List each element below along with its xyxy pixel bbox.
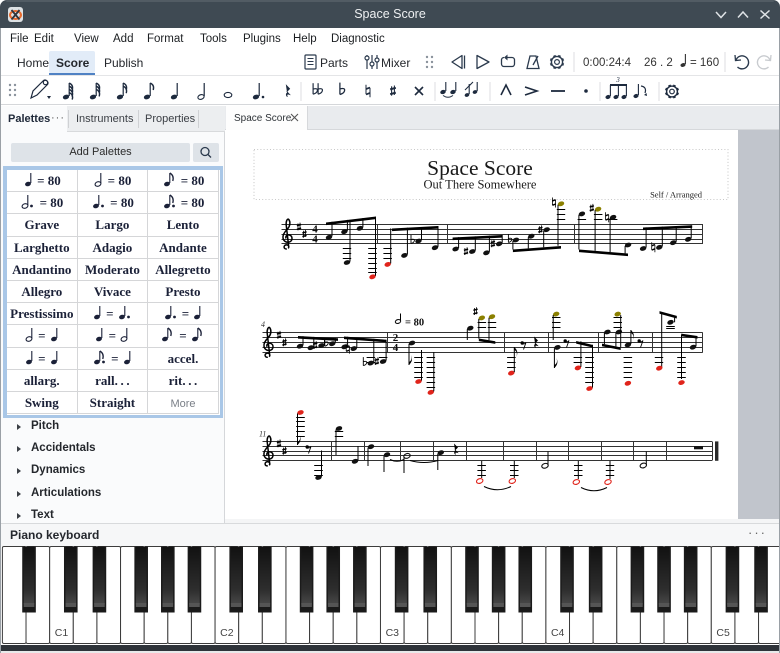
- svg-text:4: 4: [393, 342, 399, 354]
- svg-text:3: 3: [615, 76, 620, 84]
- svg-text:C4: C4: [551, 627, 565, 639]
- svg-text:11: 11: [259, 429, 266, 438]
- svg-text:Out There Somewhere: Out There Somewhere: [424, 178, 537, 192]
- svg-text:Self / Arranged: Self / Arranged: [650, 190, 703, 200]
- svg-text:C1: C1: [55, 627, 69, 639]
- svg-text:C2: C2: [220, 627, 234, 639]
- svg-text:C3: C3: [386, 627, 400, 639]
- svg-text:C5: C5: [716, 627, 730, 639]
- svg-text:4: 4: [261, 320, 265, 329]
- svg-text:Space Score: Space Score: [427, 156, 533, 180]
- svg-text:4: 4: [312, 234, 318, 246]
- svg-text:= 80: = 80: [405, 318, 424, 329]
